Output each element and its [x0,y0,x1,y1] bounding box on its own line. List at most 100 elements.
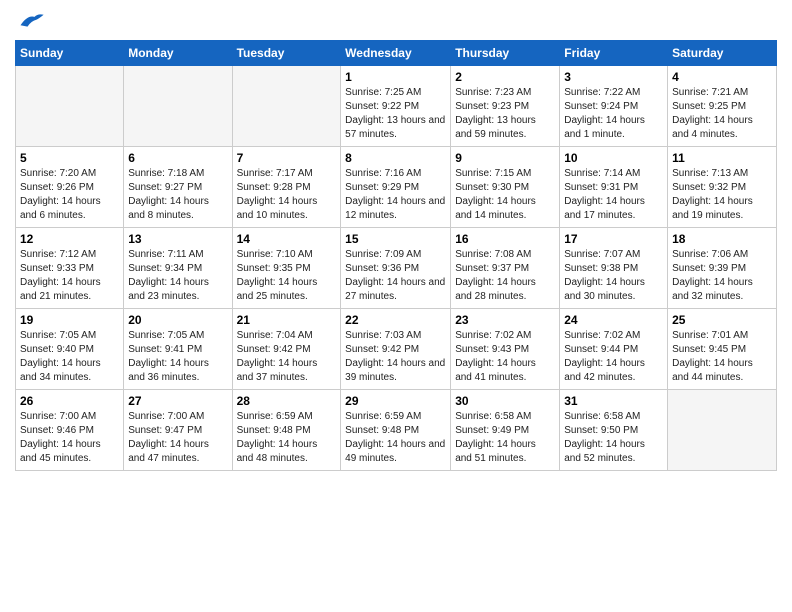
header-saturday: Saturday [668,40,777,65]
cell-info: Sunrise: 7:03 AM [345,329,446,343]
cell-info: Daylight: 14 hours and 41 minutes. [455,357,555,385]
day-number: 29 [345,394,446,408]
calendar-cell: 1Sunrise: 7:25 AMSunset: 9:22 PMDaylight… [341,65,451,146]
cell-info: Daylight: 14 hours and 34 minutes. [20,357,119,385]
header-tuesday: Tuesday [232,40,341,65]
day-number: 30 [455,394,555,408]
calendar-cell: 5Sunrise: 7:20 AMSunset: 9:26 PMDaylight… [16,146,124,227]
cell-info: Daylight: 14 hours and 42 minutes. [564,357,663,385]
day-number: 13 [128,232,227,246]
day-number: 8 [345,151,446,165]
day-number: 4 [672,70,772,84]
calendar-cell: 21Sunrise: 7:04 AMSunset: 9:42 PMDayligh… [232,308,341,389]
header-sunday: Sunday [16,40,124,65]
day-number: 3 [564,70,663,84]
cell-info: Daylight: 14 hours and 23 minutes. [128,276,227,304]
day-number: 10 [564,151,663,165]
cell-info: Sunset: 9:46 PM [20,424,119,438]
day-number: 22 [345,313,446,327]
cell-info: Daylight: 14 hours and 39 minutes. [345,357,446,385]
cell-info: Sunset: 9:30 PM [455,181,555,195]
cell-info: Sunrise: 7:05 AM [20,329,119,343]
cell-info: Sunset: 9:35 PM [237,262,337,276]
cell-info: Sunset: 9:48 PM [345,424,446,438]
cell-info: Daylight: 14 hours and 27 minutes. [345,276,446,304]
day-number: 25 [672,313,772,327]
day-number: 1 [345,70,446,84]
cell-info: Sunrise: 7:00 AM [128,410,227,424]
cell-info: Sunset: 9:49 PM [455,424,555,438]
day-number: 24 [564,313,663,327]
day-number: 17 [564,232,663,246]
cell-info: Daylight: 14 hours and 14 minutes. [455,195,555,223]
cell-info: Sunrise: 6:59 AM [237,410,337,424]
calendar-cell [124,65,232,146]
cell-info: Sunrise: 7:17 AM [237,167,337,181]
cell-info: Sunrise: 7:25 AM [345,86,446,100]
cell-info: Daylight: 14 hours and 37 minutes. [237,357,337,385]
cell-info: Sunrise: 7:15 AM [455,167,555,181]
cell-info: Sunset: 9:47 PM [128,424,227,438]
day-number: 11 [672,151,772,165]
cell-info: Daylight: 14 hours and 45 minutes. [20,438,119,466]
day-number: 5 [20,151,119,165]
cell-info: Sunset: 9:39 PM [672,262,772,276]
day-number: 7 [237,151,337,165]
cell-info: Daylight: 14 hours and 12 minutes. [345,195,446,223]
calendar-cell: 8Sunrise: 7:16 AMSunset: 9:29 PMDaylight… [341,146,451,227]
cell-info: Sunset: 9:34 PM [128,262,227,276]
cell-info: Sunrise: 7:11 AM [128,248,227,262]
calendar-table: SundayMondayTuesdayWednesdayThursdayFrid… [15,40,777,471]
calendar-cell: 25Sunrise: 7:01 AMSunset: 9:45 PMDayligh… [668,308,777,389]
day-number: 21 [237,313,337,327]
calendar-cell: 4Sunrise: 7:21 AMSunset: 9:25 PMDaylight… [668,65,777,146]
cell-info: Sunset: 9:41 PM [128,343,227,357]
cell-info: Daylight: 14 hours and 47 minutes. [128,438,227,466]
cell-info: Sunrise: 7:05 AM [128,329,227,343]
cell-info: Sunset: 9:28 PM [237,181,337,195]
day-number: 15 [345,232,446,246]
page-header [15,15,777,35]
day-number: 2 [455,70,555,84]
calendar-cell: 27 Sunrise: 7:00 AMSunset: 9:47 PMDayligh… [124,389,232,470]
header-friday: Friday [560,40,668,65]
calendar-cell: 18Sunrise: 7:06 AMSunset: 9:39 PMDayligh… [668,227,777,308]
cell-info: Sunset: 9:24 PM [564,100,663,114]
cell-info: Daylight: 14 hours and 1 minute. [564,114,663,142]
cell-info: Daylight: 14 hours and 49 minutes. [345,438,446,466]
cell-info: Sunset: 9:38 PM [564,262,663,276]
calendar-cell: 7 Sunrise: 7:17 AMSunset: 9:28 PMDaylight… [232,146,341,227]
day-number: 23 [455,313,555,327]
calendar-week-4: 19Sunrise: 7:05 AMSunset: 9:40 PMDayligh… [16,308,777,389]
cell-info: Sunrise: 7:09 AM [345,248,446,262]
day-number: 12 [20,232,119,246]
calendar-cell: 28Sunrise: 6:59 AMSunset: 9:48 PMDayligh… [232,389,341,470]
cell-info: Sunset: 9:22 PM [345,100,446,114]
cell-info: Sunset: 9:36 PM [345,262,446,276]
cell-info: Sunrise: 7:14 AM [564,167,663,181]
logo [15,15,45,35]
calendar-cell: 6Sunrise: 7:18 AMSunset: 9:27 PMDaylight… [124,146,232,227]
calendar-week-1: 1 Sunrise: 7:25 AMSunset: 9:22 PM Daylight… [16,65,777,146]
day-number: 27 [128,394,227,408]
calendar-cell: 3Sunrise: 7:22 AMSunset: 9:24 PMDaylight… [560,65,668,146]
cell-info: Sunrise: 6:58 AM [455,410,555,424]
cell-info: Sunset: 9:40 PM [20,343,119,357]
day-number: 19 [20,313,119,327]
day-number: 20 [128,313,227,327]
cell-info: Daylight: 13 hours and 59 minutes. [455,114,555,142]
cell-info: Daylight: 14 hours and 30 minutes. [564,276,663,304]
header-wednesday: Wednesday [341,40,451,65]
calendar-cell: 16Sunrise: 7:08 AMSunset: 9:37 PMDayligh… [451,227,560,308]
cell-info: Daylight: 14 hours and 10 minutes. [237,195,337,223]
calendar-cell: 17Sunrise: 7:07 AMSunset: 9:38 PMDayligh… [560,227,668,308]
calendar-cell [232,65,341,146]
cell-info: Daylight: 14 hours and 21 minutes. [20,276,119,304]
calendar-cell: 12Sunrise: 7:12 AMSunset: 9:33 PMDayligh… [16,227,124,308]
header-thursday: Thursday [451,40,560,65]
day-number: 16 [455,232,555,246]
cell-info: Sunset: 9:45 PM [672,343,772,357]
cell-info: Daylight: 14 hours and 48 minutes. [237,438,337,466]
day-number: 31 [564,394,663,408]
cell-info: Daylight: 14 hours and 52 minutes. [564,438,663,466]
